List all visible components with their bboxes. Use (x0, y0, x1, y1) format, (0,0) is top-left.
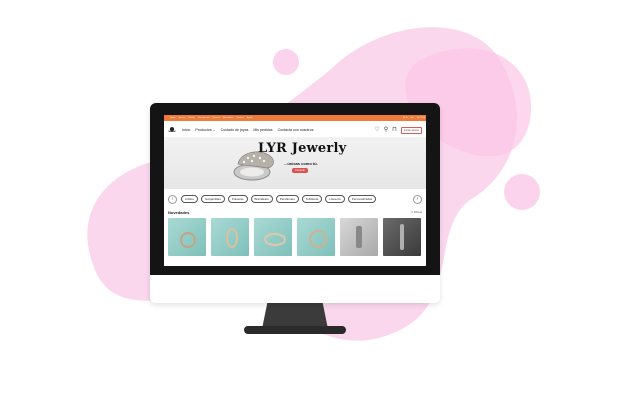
jewel-image (400, 224, 404, 250)
nav-link-inicio[interactable]: Inicio (182, 128, 190, 132)
filter-icon: ≡ (411, 210, 413, 214)
chevron-right-icon[interactable]: › (413, 194, 422, 204)
menubar-item[interactable]: Archivo (179, 117, 186, 119)
novedades-title: Novedades (168, 209, 190, 215)
category-pill[interactable]: Personalizadas (347, 195, 377, 203)
jewel-image (309, 230, 327, 248)
product-card[interactable] (340, 218, 378, 256)
product-card[interactable] (168, 218, 206, 256)
category-pill[interactable]: Tobilleras (301, 195, 323, 203)
site-nav: ᴥ Inicio Productos ⌄ Cuidado de joyas Mi… (164, 123, 426, 138)
battery-icon[interactable]: Bat (411, 117, 414, 119)
product-card[interactable] (297, 218, 335, 256)
chevron-down-icon: ⌄ (212, 128, 216, 132)
login-button[interactable]: Iniciar sesión (400, 126, 422, 134)
nav-link-contacto[interactable]: Contacta con nosotros (278, 128, 314, 132)
category-bar: ‹ Anillos Gargantillas Pulseras Brazalet… (164, 193, 426, 205)
menubar-item[interactable]: Visualización (198, 117, 210, 119)
category-pill[interactable]: Anillos (181, 195, 198, 203)
bag-icon[interactable]: ⊓ (392, 127, 397, 133)
monitor-bezel: Finder Archivo Edición Visualización His… (150, 103, 440, 275)
category-pill[interactable]: Gargantillas (200, 195, 225, 203)
nav-link-label: Productos (195, 128, 212, 132)
nav-icons: ♡ ⚲ ⊓ Iniciar sesión (374, 126, 422, 134)
nav-link-pedidos[interactable]: Mis pedidos (253, 128, 272, 132)
category-pill[interactable]: Pulseras (227, 195, 248, 203)
monitor-stand-base (244, 326, 346, 334)
hero-subtitle: ...únicas como tú. (284, 161, 318, 166)
product-card[interactable] (254, 218, 292, 256)
category-pill[interactable]: Llaveros (325, 195, 345, 203)
jewel-image (226, 228, 238, 248)
chevron-left-icon[interactable]: ‹ (168, 194, 177, 204)
jewel-image (356, 226, 362, 248)
hero-title: LYR Jewerly (258, 141, 347, 156)
filter-link[interactable]: ≡ Filtros (411, 210, 422, 214)
menubar-item[interactable]: Ventana (236, 117, 243, 119)
category-pill[interactable]: Brazaletes (250, 195, 273, 203)
menubar-item[interactable]: Marcadores (223, 117, 234, 119)
shop-button[interactable]: Comprar (292, 168, 309, 173)
small-blob-circle (273, 49, 299, 75)
product-card[interactable] (383, 218, 421, 256)
product-grid (168, 218, 424, 256)
wifi-icon[interactable]: Wi-Fi (403, 117, 408, 119)
novedades-header: Novedades ≡ Filtros (168, 208, 422, 216)
mac-menubar: Finder Archivo Edición Visualización His… (164, 115, 426, 121)
nav-link-cuidado[interactable]: Cuidado de joyas (221, 128, 249, 132)
side-blob-circle (504, 174, 540, 210)
category-pills: Anillos Gargantillas Pulseras Brazaletes… (181, 195, 409, 203)
hero-banner: LYR Jewerly ...únicas como tú. Comprar (164, 137, 426, 189)
clock-label[interactable]: Vie 12:00 (417, 117, 425, 119)
menubar-item[interactable]: Finder (170, 117, 176, 119)
screen: Finder Archivo Edición Visualización His… (164, 115, 426, 266)
lyr-logo-icon[interactable]: ᴥ (168, 125, 176, 135)
menubar-item[interactable]: Ayuda (247, 117, 253, 119)
search-icon[interactable]: ⚲ (384, 127, 388, 133)
nav-link-productos[interactable]: Productos ⌄ (195, 128, 215, 132)
monitor-chin (150, 275, 440, 303)
category-pill[interactable]: Pendientes (275, 195, 299, 203)
jewel-image (264, 233, 286, 246)
menubar-item[interactable]: Historial (213, 117, 220, 119)
filter-label: Filtros (413, 210, 422, 214)
monitor: Finder Archivo Edición Visualización His… (150, 103, 440, 303)
menubar-item[interactable]: Edición (188, 117, 195, 119)
jewel-image (180, 232, 196, 248)
product-card[interactable] (211, 218, 249, 256)
heart-icon[interactable]: ♡ (374, 127, 379, 133)
